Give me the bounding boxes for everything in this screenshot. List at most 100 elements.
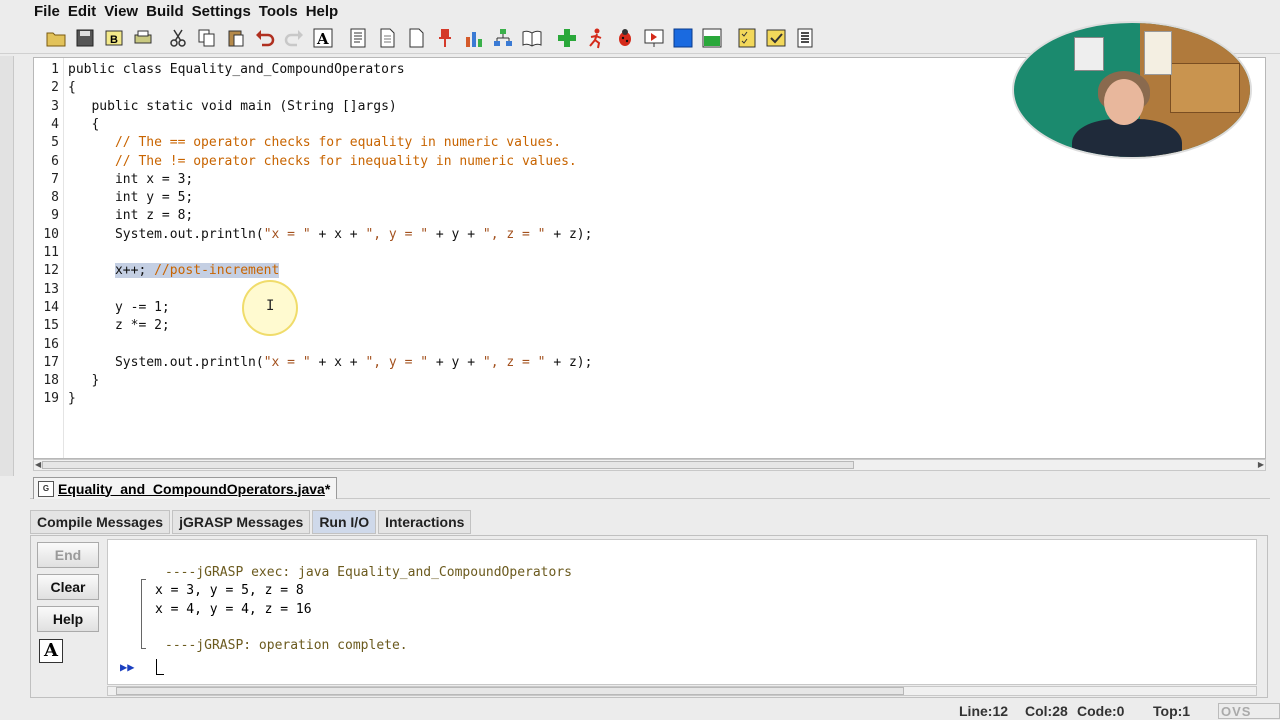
tab-jgrasp-messages[interactable]: jGRASP Messages [172,510,311,534]
scroll-left-arrow-icon[interactable]: ◀ [35,460,41,469]
code-string: ", y = " [365,354,429,370]
tab-run-io[interactable]: Run I/O [312,510,377,534]
chart-icon[interactable] [460,24,488,52]
menu-view[interactable]: View [104,3,138,20]
checklist-icon[interactable] [733,24,761,52]
file-tab[interactable]: G Equality_and_CompoundOperators.java * [33,477,338,499]
code-token: x++; [114,263,155,279]
code-line[interactable]: x++; //post-increment [68,262,280,280]
menu-tools[interactable]: Tools [259,3,298,20]
editor-horizontal-scrollbar[interactable]: ◀ ▶ [33,459,1266,471]
file-tab-name: Equality_and_CompoundOperators.java [58,480,325,497]
step-icon[interactable] [640,24,668,52]
line-number: 2 [51,80,59,96]
blue-square-icon[interactable] [669,24,697,52]
menu-build[interactable]: Build [146,3,184,20]
code-line[interactable]: { [68,79,76,97]
add-icon[interactable] [553,24,581,52]
code-line[interactable]: System.out.println("x = " + x + ", y = "… [68,226,593,244]
code-line[interactable]: // The == operator checks for equality i… [68,134,561,152]
line-number: 9 [51,208,59,224]
tab-compile-messages[interactable]: Compile Messages [30,510,171,534]
code-string: ", z = " [482,226,546,242]
line-number: 13 [43,281,59,297]
scrollbar-thumb[interactable] [42,461,854,469]
redo-icon[interactable] [280,24,308,52]
menu-edit[interactable]: Edit [68,3,96,20]
menu-help[interactable]: Help [306,3,339,20]
clear-button[interactable]: Clear [37,574,99,600]
code-line[interactable]: y -= 1; [68,299,170,317]
console-output[interactable]: ----jGRASP exec: java Equality_and_Compo… [107,539,1257,685]
code-line[interactable]: public static void main (String []args) [68,98,396,116]
line-number: 15 [43,318,59,334]
browse-icon[interactable]: B [100,24,128,52]
code-line[interactable]: } [68,390,76,408]
status-bar: Line:12 Col:28 Code:0 Top:1 OVS BLK [0,701,1280,720]
code-token: } [68,391,76,407]
run-icon[interactable] [582,24,610,52]
cut-icon[interactable] [164,24,192,52]
tab-interactions[interactable]: Interactions [378,510,472,534]
pin-icon[interactable] [431,24,459,52]
file-modified-marker: * [324,480,331,497]
webcam-person-head [1104,79,1144,125]
line-number: 4 [51,116,59,132]
code-token: } [91,373,100,389]
help-button[interactable]: Help [37,606,99,632]
check-icon[interactable] [762,24,790,52]
code-token: public class Equality_and_CompoundOperat… [68,62,405,77]
code-string: "x = " [263,226,311,242]
font-size-button[interactable]: A [39,639,63,663]
console-scrollbar-thumb[interactable] [116,687,904,695]
webcam-poster-2 [1144,31,1172,75]
generate-doc-icon[interactable] [344,24,372,52]
open-folder-icon[interactable] [42,24,70,52]
code-token: System.out.println( [114,226,264,242]
copy-icon[interactable] [193,24,221,52]
file-tab-bar: G Equality_and_CompoundOperators.java * [30,477,1270,499]
webcam-poster [1074,37,1104,71]
font-icon[interactable]: A [309,24,337,52]
console-horizontal-scrollbar[interactable] [107,686,1257,696]
new-file-icon[interactable] [373,24,401,52]
status-line: Line:12 [959,703,1009,719]
code-line[interactable]: // The != operator checks for inequality… [68,153,577,171]
svg-text:B: B [110,34,118,46]
new-blank-icon[interactable] [402,24,430,52]
document-icon[interactable] [791,24,819,52]
code-line[interactable]: z *= 2; [68,317,170,335]
status-col: Col:28 [1025,703,1068,719]
save-icon[interactable] [71,24,99,52]
end-button[interactable]: End [37,542,99,568]
green-panel-icon[interactable] [698,24,726,52]
menu-file[interactable]: File [34,3,60,20]
undo-icon[interactable] [251,24,279,52]
code-line[interactable]: int x = 3; [68,171,193,189]
input-caret[interactable] [156,659,164,675]
tree-icon[interactable] [489,24,517,52]
menu-settings[interactable]: Settings [192,3,251,20]
left-panel-strip[interactable] [0,56,14,476]
line-number: 3 [51,98,59,114]
print-icon[interactable] [129,24,157,52]
code-string: "x = " [263,354,311,370]
paste-icon[interactable] [222,24,250,52]
book-icon[interactable] [518,24,546,52]
code-line[interactable]: int y = 5; [68,189,193,207]
code-line[interactable]: { [68,116,99,134]
scroll-right-arrow-icon[interactable]: ▶ [1258,460,1264,469]
code-line[interactable]: public class Equality_and_CompoundOperat… [68,61,405,79]
line-number: 14 [43,299,59,315]
debug-icon[interactable] [611,24,639,52]
code-line[interactable]: int z = 8; [68,207,193,225]
code-line[interactable]: } [68,372,99,390]
code-line[interactable]: System.out.println("x = " + x + ", y = "… [68,354,593,372]
code-token: + y + [428,354,483,370]
